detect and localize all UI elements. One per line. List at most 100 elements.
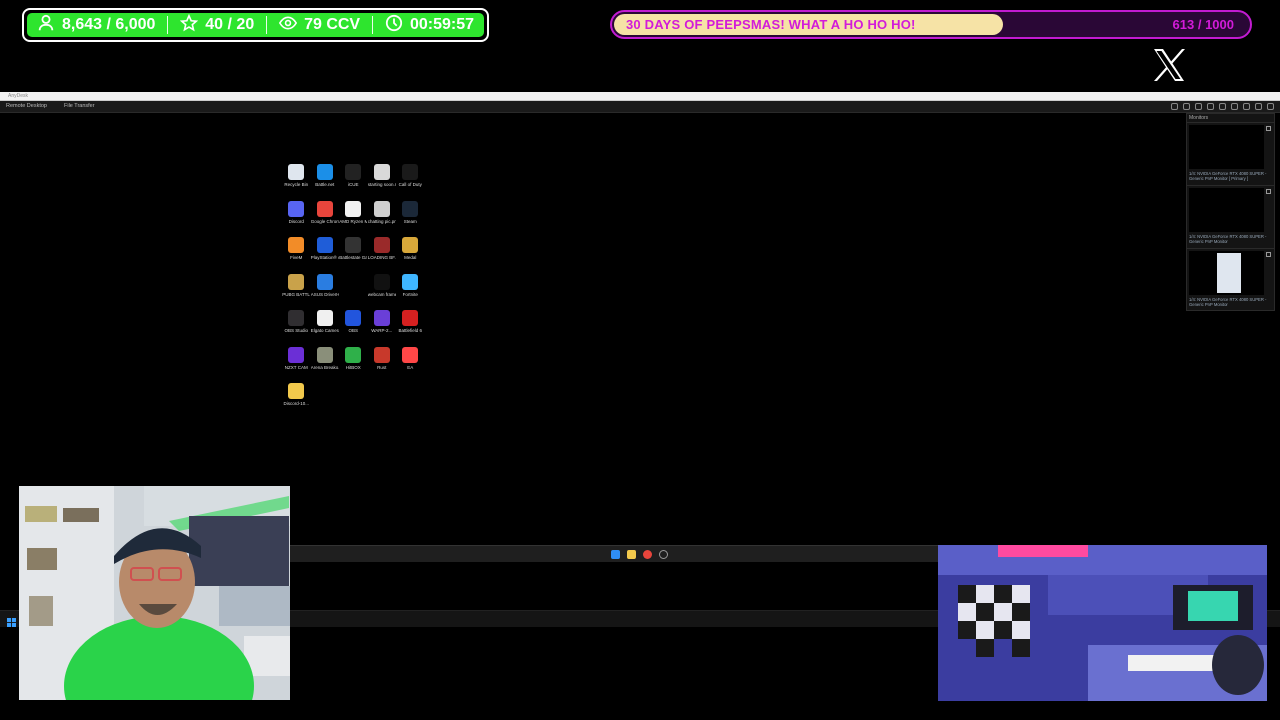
- desktop-icon[interactable]: Fortnite: [396, 273, 425, 311]
- call-of-duty-icon: [402, 164, 419, 180]
- stats-divider: [372, 16, 373, 34]
- desktop-icon[interactable]: AMD Ryzen Master: [339, 200, 368, 238]
- desktop-icon[interactable]: Call of Duty: [396, 164, 425, 201]
- desktop-icon-label: OBS: [348, 328, 358, 333]
- desktop-icon[interactable]: Rust: [368, 346, 397, 384]
- desktop-icon-label: AMD Ryzen Master: [339, 218, 368, 224]
- desktop-icon[interactable]: Discord: [282, 200, 311, 238]
- hitbox-icon: [345, 346, 362, 363]
- desktop-icon-label: Discord-10...: [283, 401, 309, 406]
- popout-icon[interactable]: [1266, 189, 1271, 194]
- desktop-icon[interactable]: Discord-10...: [282, 383, 311, 420]
- room-webcam: [938, 545, 1267, 701]
- desktop-icon[interactable]: EA: [396, 346, 425, 384]
- chat-icon[interactable]: [1219, 103, 1226, 110]
- desktop-icon[interactable]: chatting pic.png: [368, 200, 397, 238]
- popout-icon[interactable]: [1266, 252, 1271, 257]
- desktop-icon-label: Call of Duty: [398, 182, 422, 187]
- desktop-icon[interactable]: PlayStation® Accessories: [311, 237, 340, 274]
- rust-icon: [373, 346, 390, 363]
- desktop-icon-label: iCUE: [347, 182, 359, 187]
- desktop-icon[interactable]: iCUE: [339, 164, 368, 201]
- icue-icon: [345, 164, 362, 180]
- obs-taskbar-icon[interactable]: [659, 550, 668, 559]
- desktop-icon-label: Battlestate Games L...: [339, 255, 368, 260]
- monitor-thumbnail[interactable]: [1189, 251, 1264, 295]
- monitor-icon[interactable]: [1231, 103, 1238, 110]
- more-icon[interactable]: [1267, 103, 1274, 110]
- stats-bar-inner: 8,643 / 6,000 40 / 20 79 CCV 00:59:57: [27, 13, 484, 37]
- desktop-icon-label: Arena Breako...: [310, 364, 339, 370]
- stats-bar: 8,643 / 6,000 40 / 20 79 CCV 00:59:57: [22, 8, 489, 42]
- elgato-icon: [316, 310, 333, 326]
- streamer-webcam: [19, 486, 290, 700]
- desktop-icon[interactable]: starting soon.mp4: [368, 164, 397, 201]
- monitor-item[interactable]: 1/4: NVIDIA GeForce RTX 4080 SUPER - Gen…: [1187, 185, 1274, 248]
- file-explorer-icon[interactable]: [627, 550, 636, 559]
- monitor-item[interactable]: 1/4: NVIDIA GeForce RTX 4080 SUPER - Gen…: [1187, 248, 1274, 311]
- desktop-icon-grid: Recycle Bin Battle.net iCUE starting soon.m…: [282, 164, 425, 420]
- local-start-icon[interactable]: [7, 614, 16, 627]
- video-file-icon: [373, 164, 390, 180]
- tab-file-transfer[interactable]: File Transfer: [64, 103, 95, 109]
- remote-toolbar-actions: [1171, 103, 1274, 110]
- keyboard-icon[interactable]: [1207, 103, 1214, 110]
- desktop-icon-label: NZXT CAM: [284, 364, 308, 370]
- desktop-icon[interactable]: Battlestate Games L...: [339, 237, 368, 274]
- desktop-icon[interactable]: NZXT CAM: [282, 346, 311, 384]
- discord-icon: [288, 200, 305, 217]
- blank-icon: [345, 273, 362, 290]
- desktop-icon-label: Recycle Bin: [284, 182, 309, 187]
- chrome-taskbar-icon[interactable]: [643, 550, 652, 559]
- desktop-icon-label: webcam frame.png: [367, 291, 396, 297]
- desktop-icon[interactable]: Google Chrome: [311, 200, 340, 238]
- desktop-icon[interactable]: Steam: [396, 200, 425, 238]
- desktop-icon-label: WARP-2...: [371, 328, 393, 333]
- screenshot-icon[interactable]: [1255, 103, 1262, 110]
- desktop-icon[interactable]: Medal: [396, 237, 425, 274]
- desktop-icon[interactable]: Recycle Bin: [282, 164, 311, 201]
- monitor-window-preview: [1217, 253, 1241, 293]
- desktop-icon[interactable]: LOADING BF.mp4: [368, 237, 397, 274]
- monitors-panel: Monitors 1/4: NVIDIA GeForce RTX 4080 SU…: [1186, 113, 1275, 311]
- tab-remote-desktop[interactable]: Remote Desktop: [6, 103, 47, 109]
- image-file-icon: [373, 273, 390, 290]
- edit-icon[interactable]: [1195, 103, 1202, 110]
- remote-toolbar: Remote Desktop File Transfer: [0, 101, 1280, 113]
- followers-stat: 8,643 / 6,000: [37, 14, 155, 37]
- desktop-icon[interactable]: Battlefield 6: [396, 310, 425, 347]
- display-icon[interactable]: [1183, 103, 1190, 110]
- desktop-icon[interactable]: HitBOX: [339, 346, 368, 384]
- timer-stat: 00:59:57: [385, 14, 474, 37]
- monitor-thumbnail[interactable]: [1189, 188, 1264, 232]
- followers-count: 8,643 / 6,000: [62, 16, 156, 33]
- desktop-icon[interactable]: Arena Breako...: [310, 346, 340, 384]
- popout-icon[interactable]: [1266, 126, 1271, 131]
- battlestate-icon: [345, 237, 362, 253]
- desktop-icon[interactable]: WARP-2...: [368, 310, 397, 347]
- ea-icon: [402, 346, 419, 363]
- monitor-item[interactable]: 1/4: NVIDIA GeForce RTX 4080 SUPER - Gen…: [1187, 122, 1274, 185]
- record-icon[interactable]: [1243, 103, 1250, 110]
- desktop-icon-label: ASUS DriverHub: [310, 291, 339, 297]
- fivem-icon: [288, 237, 305, 253]
- battlefield-icon: [402, 310, 419, 326]
- desktop-icon[interactable]: PUBG BATTLEGR...: [282, 273, 311, 311]
- desktop-icon[interactable]: Battle.net: [311, 164, 340, 201]
- chrome-icon: [316, 200, 333, 217]
- windows-start-icon[interactable]: [611, 550, 620, 559]
- desktop-icon-label: Battlefield 6: [398, 328, 422, 333]
- monitor-thumbnail[interactable]: [1189, 125, 1264, 169]
- stream-overlay: 8,643 / 6,000 40 / 20 79 CCV 00:59:57 30…: [0, 0, 1280, 720]
- desktop-icon[interactable]: Elgato Camera Hub - Copy: [311, 310, 340, 347]
- settings-icon[interactable]: [1171, 103, 1178, 110]
- desktop-icon[interactable]: OBS Studio: [282, 310, 311, 347]
- desktop-icon[interactable]: ASUS DriverHub: [310, 273, 340, 311]
- x-logo-icon: [1151, 47, 1187, 83]
- desktop-icon[interactable]: FiveM: [282, 237, 311, 274]
- stats-divider: [266, 16, 268, 34]
- desktop-icon[interactable]: webcam frame.png: [367, 273, 397, 311]
- desktop-icon[interactable]: OBS: [339, 310, 368, 347]
- followers-icon: [37, 14, 55, 37]
- monitor-label: 1/4: NVIDIA GeForce RTX 4080 SUPER - Gen…: [1189, 171, 1267, 181]
